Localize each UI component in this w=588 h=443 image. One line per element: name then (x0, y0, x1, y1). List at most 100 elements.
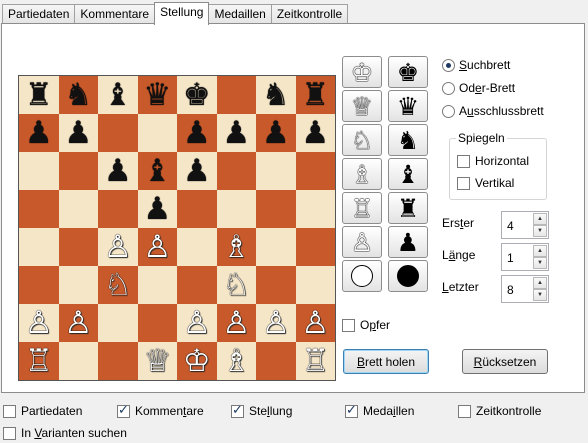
board-square[interactable] (216, 190, 256, 228)
spinner-letzter[interactable]: 8 ▲ ▼ (501, 275, 549, 303)
checkbox-horizontal[interactable]: Horizontal (457, 153, 529, 169)
board-square[interactable] (256, 266, 296, 304)
board-square[interactable]: ♙ (177, 304, 217, 342)
board-square[interactable]: ♔ (177, 342, 217, 380)
board-square[interactable]: ♟ (19, 114, 59, 152)
board-square[interactable] (295, 266, 335, 304)
board-square[interactable]: ♟ (177, 152, 217, 190)
black-color-button[interactable] (388, 260, 428, 292)
radio-suchbrett[interactable]: Suchbrett (442, 57, 510, 73)
black-queen-icon[interactable]: ♛ (143, 79, 171, 111)
board-square[interactable]: ♗ (216, 342, 256, 380)
board-square[interactable]: ♟ (177, 114, 217, 152)
board-square[interactable] (256, 228, 296, 266)
board-square[interactable]: ♗ (216, 228, 256, 266)
board-square[interactable]: ♖ (19, 342, 59, 380)
white-knight-icon[interactable]: ♘ (104, 269, 132, 301)
tab-zeitkontrolle[interactable]: Zeitkontrolle (270, 4, 349, 24)
white-king-button[interactable]: ♔ (342, 56, 382, 88)
board-square[interactable]: ♝ (137, 152, 177, 190)
black-pawn-icon[interactable]: ♟ (64, 117, 92, 149)
black-pawn-icon[interactable]: ♟ (183, 155, 211, 187)
spin-up-icon[interactable]: ▲ (533, 277, 547, 289)
black-knight-icon[interactable]: ♞ (262, 79, 290, 111)
black-knight-icon[interactable]: ♞ (64, 79, 92, 111)
white-queen-icon[interactable]: ♕ (143, 345, 171, 377)
board-square[interactable] (295, 152, 335, 190)
get-board-button[interactable]: Brett holen (343, 349, 429, 374)
spinner-erster[interactable]: 4 ▲ ▼ (501, 211, 549, 239)
tab-medaillen[interactable]: Medaillen (208, 4, 272, 24)
board-square[interactable] (177, 266, 217, 304)
board-square[interactable]: ♕ (137, 342, 177, 380)
white-pawn-icon[interactable]: ♙ (25, 307, 53, 339)
white-pawn-icon[interactable]: ♙ (104, 231, 132, 263)
board-square[interactable] (137, 304, 177, 342)
black-pawn-icon[interactable]: ♟ (183, 117, 211, 149)
white-pawn-icon[interactable]: ♙ (222, 307, 250, 339)
board-square[interactable]: ♜ (19, 76, 59, 114)
board-square[interactable] (19, 266, 59, 304)
white-rook-button[interactable]: ♖ (342, 192, 382, 224)
black-bishop-icon[interactable]: ♝ (104, 79, 132, 111)
board-square[interactable] (98, 342, 138, 380)
checkbox-box[interactable] (345, 403, 358, 418)
board-square[interactable]: ♙ (19, 304, 59, 342)
black-rook-icon[interactable]: ♜ (301, 79, 329, 111)
board-square[interactable]: ♙ (58, 304, 98, 342)
spin-up-icon[interactable]: ▲ (533, 213, 547, 225)
board-square[interactable]: ♟ (256, 114, 296, 152)
white-pawn-icon[interactable]: ♙ (183, 307, 211, 339)
board-square[interactable]: ♟ (58, 114, 98, 152)
white-pawn-icon[interactable]: ♙ (143, 231, 171, 263)
white-knight-icon[interactable]: ♘ (222, 269, 250, 301)
board-square[interactable]: ♘ (98, 266, 138, 304)
board-square[interactable]: ♜ (295, 76, 335, 114)
board-square[interactable]: ♙ (256, 304, 296, 342)
board-square[interactable] (19, 152, 59, 190)
board-square[interactable] (256, 342, 296, 380)
board-square[interactable]: ♙ (98, 228, 138, 266)
board-square[interactable]: ♙ (137, 228, 177, 266)
spin-down-icon[interactable]: ▼ (533, 225, 547, 237)
board-square[interactable] (137, 266, 177, 304)
black-king-icon[interactable]: ♚ (183, 79, 211, 111)
checkbox-box[interactable] (117, 403, 130, 418)
checkbox-medaillen[interactable]: Medaillen (345, 403, 414, 419)
white-color-button[interactable] (342, 260, 382, 292)
radio-dot[interactable] (442, 81, 455, 95)
board-square[interactable]: ♞ (256, 76, 296, 114)
board-square[interactable]: ♖ (295, 342, 335, 380)
white-rook-icon[interactable]: ♖ (25, 345, 53, 377)
checkbox-box[interactable] (231, 403, 244, 418)
radio-dot[interactable] (442, 58, 455, 72)
tab-kommentare[interactable]: Kommentare (74, 4, 156, 24)
board-square[interactable] (137, 114, 177, 152)
board-square[interactable] (19, 190, 59, 228)
black-bishop-icon[interactable]: ♝ (143, 155, 171, 187)
board-square[interactable]: ♚ (177, 76, 217, 114)
board-square[interactable] (177, 228, 217, 266)
white-pawn-icon[interactable]: ♙ (64, 307, 92, 339)
checkbox-box[interactable] (3, 426, 16, 440)
black-pawn-icon[interactable]: ♟ (104, 155, 132, 187)
radio-ausschlussbrett[interactable]: Ausschlussbrett (442, 103, 544, 119)
board-square[interactable] (216, 76, 256, 114)
radio-dot[interactable] (442, 104, 455, 118)
board-square[interactable] (216, 152, 256, 190)
spinner-laenge[interactable]: 1 ▲ ▼ (501, 243, 549, 271)
tab-stellung[interactable]: Stellung (154, 2, 210, 25)
white-pawn-button[interactable]: ♙ (342, 226, 382, 258)
board-square[interactable]: ♙ (295, 304, 335, 342)
board-square[interactable] (19, 228, 59, 266)
checkbox-kommentare[interactable]: Kommentare (117, 403, 204, 419)
black-rook-icon[interactable]: ♜ (25, 79, 53, 111)
board-square[interactable]: ♙ (216, 304, 256, 342)
board-square[interactable] (256, 190, 296, 228)
board-square[interactable] (58, 342, 98, 380)
black-rook-button[interactable]: ♜ (388, 192, 428, 224)
reset-button[interactable]: Rücksetzen (462, 349, 548, 374)
board-square[interactable]: ♘ (216, 266, 256, 304)
black-bishop-button[interactable]: ♝ (388, 158, 428, 190)
white-knight-button[interactable]: ♘ (342, 124, 382, 156)
